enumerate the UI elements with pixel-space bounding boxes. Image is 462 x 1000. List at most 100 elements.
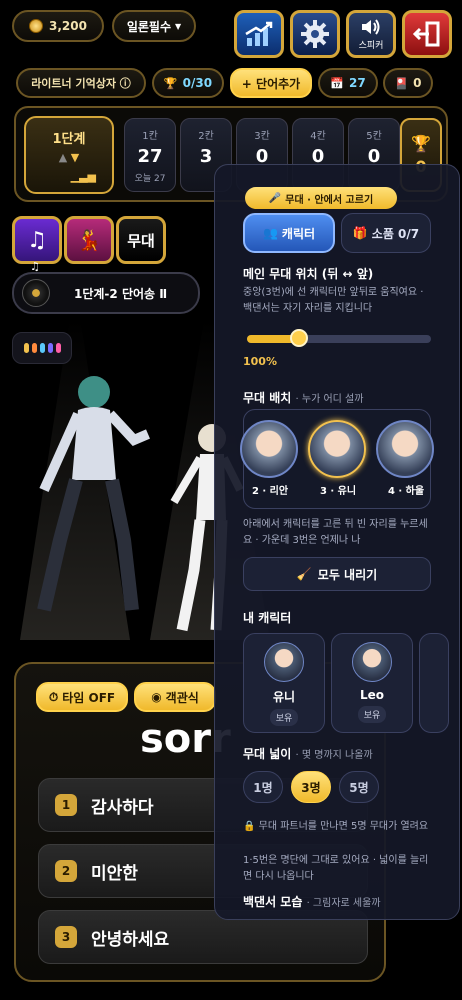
tab-props-label: 소품 0/7 <box>371 226 420 241</box>
stage-width-title-text: 무대 넓이 <box>243 747 292 761</box>
broom-icon: 🧹 <box>296 567 312 581</box>
trophy-progress: 🏆 0/30 <box>152 68 224 98</box>
arrow-up-icon[interactable]: ▲ <box>59 151 67 164</box>
gift-icon: 🎁 <box>352 226 368 240</box>
width-option-5[interactable]: 5명 <box>339 771 379 803</box>
level-title: 1단계 <box>52 131 86 147</box>
cell-head: 2칸 <box>198 131 214 142</box>
character-avatar <box>352 642 392 682</box>
dancer-figure <box>37 376 150 612</box>
leitner-box-button[interactable]: 라이트너 기억상자 ⓘ <box>16 68 146 98</box>
main-position-description: 중앙(3번)에 선 캐릭터만 앞뒤로 움직여요 · 백댄서는 자기 자리를 지킵… <box>243 287 424 314</box>
arrow-down-icon[interactable]: ▼ <box>71 151 79 164</box>
backdancer-title-text: 백댄서 모습 <box>243 895 303 909</box>
my-character-card-partial[interactable] <box>419 633 449 733</box>
cell-head: 3칸 <box>254 131 270 142</box>
stage-label: 무대 <box>127 231 155 250</box>
coin-balance: 3,200 <box>12 10 104 42</box>
character-name: Leo <box>359 688 385 702</box>
timer-toggle[interactable]: ⏱ 타임 OFF <box>36 682 128 712</box>
trophy-progress-value: 0/30 <box>182 76 213 90</box>
stage-slots: 2 · 리안 3 · 유니 4 · 하울 <box>240 409 434 509</box>
color-palette-button[interactable] <box>12 332 72 364</box>
radio-icon: ◉ <box>151 690 162 704</box>
color-dot <box>23 343 29 353</box>
drawer-title: 🎤 무대 · 안에서 고르기 <box>245 187 397 209</box>
coin-icon <box>29 19 44 33</box>
exit-button[interactable] <box>402 10 452 58</box>
microphone-icon: 🎤 <box>268 192 282 204</box>
character-avatar <box>376 420 434 478</box>
drawer-title-text: 무대 · 안에서 고르기 <box>285 194 374 206</box>
speaker-button[interactable]: 스피커 <box>346 10 396 58</box>
stage-width-title: 무대 넓이 · 몇 명까지 나올까 <box>243 745 373 762</box>
settings-button[interactable] <box>290 10 340 58</box>
clear-all-label: 모두 내리기 <box>317 567 378 582</box>
signal-bars-icon: ▁▃▅ <box>70 169 96 183</box>
owned-badge: 보유 <box>357 706 387 723</box>
timer-label: 타임 OFF <box>62 690 116 705</box>
record-disc-icon <box>22 279 50 307</box>
character-name: 유니 <box>272 690 296 704</box>
mode-dropdown[interactable]: 일론필수 ▼ <box>112 10 196 42</box>
cell-head: 5칸 <box>366 131 382 142</box>
speaker-label: 스피커 <box>358 40 384 51</box>
add-word-label: + 단어추가 <box>241 76 301 91</box>
stage-width-subtitle: · 몇 명까지 나올까 <box>295 750 373 761</box>
slot-label: 2 · 리안 <box>251 486 289 497</box>
dancer-icon: 💃 <box>76 228 102 252</box>
position-slider-handle[interactable] <box>290 329 308 347</box>
my-character-card[interactable]: Leo 보유 <box>331 633 413 733</box>
dance-button[interactable]: 💃 <box>64 216 114 264</box>
exit-door-icon <box>412 21 440 47</box>
placement-title: 무대 배치 · 누가 어디 설까 <box>243 389 363 406</box>
tab-character[interactable]: 👥 캐릭터 <box>243 213 335 253</box>
chevron-down-icon: ▼ <box>175 21 182 31</box>
clear-all-button[interactable]: 🧹 모두 내리기 <box>243 557 431 591</box>
stage-slot[interactable]: 4 · 하울 <box>376 420 436 497</box>
cell-head: 4칸 <box>310 131 326 142</box>
calendar-count: 📅 27 <box>318 68 378 98</box>
main-position-title: 메인 무대 위치 (뒤 ↔ 앞) <box>243 267 374 281</box>
add-word-button[interactable]: + 단어추가 <box>230 68 312 98</box>
stage-button[interactable]: 무대 <box>116 216 166 264</box>
stage-settings-drawer: 🎤 무대 · 안에서 고르기 👥 캐릭터 🎁 소품 0/7 메인 무대 위치 (… <box>214 164 460 920</box>
option-number: 2 <box>55 860 77 882</box>
width-option-3[interactable]: 3명 <box>291 771 331 803</box>
character-avatar <box>308 420 366 478</box>
cell-value: 27 <box>137 146 163 167</box>
stage-slot[interactable]: 2 · 리안 <box>240 420 300 497</box>
stage-slot-selected[interactable]: 3 · 유니 <box>308 420 368 497</box>
color-dot <box>47 343 53 353</box>
option-number: 1 <box>55 794 77 816</box>
width-option-1[interactable]: 1명 <box>243 771 283 803</box>
cell-head: 1칸 <box>142 131 158 142</box>
option-number: 3 <box>55 926 77 948</box>
quiz-type-toggle[interactable]: ◉ 객관식 <box>134 682 216 712</box>
level-cell-1[interactable]: 1칸 27 오늘 27 <box>124 118 176 192</box>
music-button[interactable]: ♫ <box>12 216 62 264</box>
character-avatar <box>264 642 304 682</box>
calendar-count-value: 27 <box>349 76 366 90</box>
option-text: 미안한 <box>91 863 138 884</box>
tab-props[interactable]: 🎁 소품 0/7 <box>341 213 431 253</box>
level-arrows[interactable]: ▲ ▼ <box>59 151 79 164</box>
song-name: 1단계-2 단어송 Ⅱ <box>74 286 168 301</box>
music-note-icon: ♫ <box>27 227 47 253</box>
slot-label: 4 · 하울 <box>387 486 425 497</box>
my-character-card[interactable]: 유니 보유 <box>243 633 325 733</box>
color-dot <box>31 343 37 353</box>
my-characters-title: 내 캐릭터 <box>243 611 292 625</box>
stopwatch-icon: ⏱ <box>48 689 59 704</box>
card-count-value: 0 <box>413 76 422 90</box>
gear-icon <box>301 20 329 48</box>
color-dot <box>55 343 61 353</box>
owned-badge: 보유 <box>269 709 299 726</box>
stats-button[interactable] <box>234 10 284 58</box>
song-selector[interactable]: 1단계-2 단어송 Ⅱ <box>12 272 200 314</box>
placement-description: 아래에서 캐릭터를 고른 뒤 빈 자리를 누르세요 · 가운데 3번은 언제나 … <box>243 519 428 546</box>
level-selector[interactable]: 1단계 ▲ ▼ ▁▃▅ <box>24 116 114 194</box>
card-count: 🎴 0 <box>383 68 433 98</box>
coin-value: 3,200 <box>49 19 87 33</box>
card-icon: 🎴 <box>394 76 409 90</box>
